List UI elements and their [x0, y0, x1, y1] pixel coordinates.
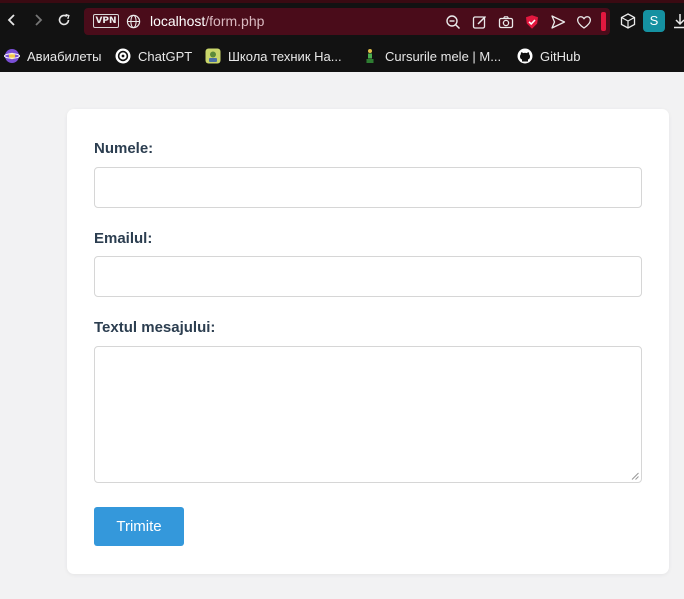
camera-icon[interactable]	[497, 13, 515, 31]
planet-icon	[4, 49, 20, 63]
bookmark-aviabilety[interactable]: Авиабилеты	[4, 46, 101, 66]
bookmark-chatgpt[interactable]: ChatGPT	[115, 46, 192, 66]
edit-icon[interactable]	[471, 13, 489, 31]
submit-button[interactable]: Trimite	[94, 507, 184, 546]
message-textarea[interactable]	[94, 346, 642, 483]
bookmark-label: Авиабилеты	[27, 48, 102, 64]
shield-icon[interactable]	[523, 13, 541, 31]
bookmark-label: ChatGPT	[138, 48, 193, 64]
zoom-out-icon[interactable]	[444, 13, 462, 31]
reload-icon[interactable]	[56, 11, 72, 29]
bookmark-cursurile[interactable]: Cursurile mele | M...	[362, 46, 501, 66]
bookmark-shkola[interactable]: Школа техник На...	[205, 46, 342, 66]
bookmark-label: Cursurile mele | M...	[385, 48, 502, 64]
vpn-badge[interactable]: VPN	[93, 14, 119, 28]
bookmark-label: Школа техник На...	[228, 48, 342, 64]
contact-form-card: Numele: Emailul: Textul mesajului: Trimi…	[67, 109, 669, 574]
moodle-icon	[366, 49, 374, 63]
heart-icon[interactable]	[575, 13, 593, 31]
email-label: Emailul:	[94, 230, 153, 247]
send-icon[interactable]	[549, 13, 567, 31]
bookmark-github[interactable]: GitHub	[517, 46, 580, 66]
github-icon	[517, 48, 533, 64]
address-bar[interactable]: VPN localhost/form.php	[84, 8, 610, 35]
email-input[interactable]	[94, 256, 642, 297]
url-path: /form.php	[205, 13, 265, 29]
resize-grip-icon[interactable]	[631, 472, 639, 480]
globe-icon	[126, 14, 141, 29]
chatgpt-icon	[115, 48, 131, 64]
download-icon[interactable]	[673, 12, 684, 30]
bookmarks-bar: Авиабилеты ChatGPT Школа техник На... Cu…	[0, 40, 684, 72]
forward-icon[interactable]	[30, 11, 46, 29]
url-text[interactable]: localhost/form.php	[150, 13, 264, 30]
bookmark-label: GitHub	[540, 48, 581, 64]
toolbar-accent-line	[0, 0, 684, 3]
browser-toolbar: VPN localhost/form.php S	[0, 0, 684, 40]
message-label: Textul mesajului:	[94, 319, 216, 336]
url-host: localhost	[150, 13, 206, 29]
school-icon	[205, 48, 221, 64]
sidebar-indicator	[601, 12, 606, 31]
back-icon[interactable]	[4, 11, 20, 29]
profile-avatar[interactable]: S	[643, 10, 665, 32]
name-label: Numele:	[94, 140, 154, 157]
name-input[interactable]	[94, 167, 642, 208]
extensions-cube-icon[interactable]	[619, 12, 637, 30]
